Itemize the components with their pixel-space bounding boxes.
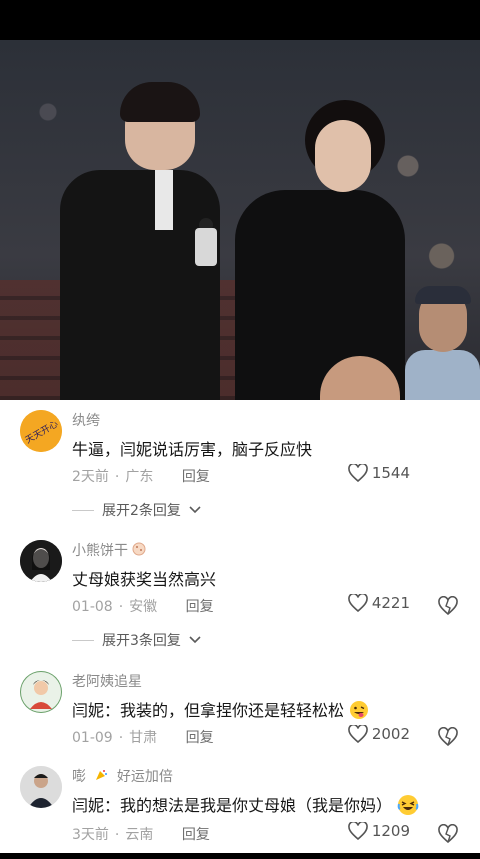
like-count: 1209: [371, 822, 410, 840]
like-count: 1544: [371, 464, 410, 482]
heart-icon: [348, 725, 368, 743]
comment-time: 01-08: [72, 599, 113, 615]
avatar[interactable]: [20, 540, 62, 582]
cookie-icon: [132, 542, 146, 560]
comment-meta: 01-09 · 甘肃 回复: [72, 730, 214, 746]
chevron-down-icon: [189, 636, 201, 644]
comment-meta: 2天前 · 广东 回复: [72, 469, 210, 485]
username-tag: 好运加倍: [116, 769, 173, 785]
comment-username[interactable]: 小熊饼干: [72, 540, 146, 560]
reply-button[interactable]: 回复: [186, 730, 214, 746]
comment-time: 01-09: [72, 730, 113, 746]
comment-username[interactable]: 嘭 好运加倍: [72, 766, 173, 786]
expand-replies-button[interactable]: 展开3条回复: [72, 630, 201, 650]
dislike-icon[interactable]: [438, 727, 458, 747]
comment-meta: 3天前 · 云南 回复: [72, 827, 210, 843]
like-button[interactable]: 4221: [348, 594, 410, 612]
party-icon: [94, 768, 108, 786]
reply-button[interactable]: 回复: [182, 827, 210, 843]
comment-text: 丈母娘获奖当然高兴: [72, 570, 217, 589]
like-count: 2002: [371, 725, 410, 743]
like-button[interactable]: 1209: [348, 822, 410, 840]
comment-time: 2天前: [72, 469, 109, 485]
comment-username[interactable]: 老阿姨追星: [72, 671, 142, 691]
like-button[interactable]: 2002: [348, 725, 410, 743]
dislike-icon[interactable]: [438, 596, 458, 616]
audience-man-glasses: [405, 250, 480, 400]
chevron-down-icon: [189, 506, 201, 514]
expand-replies-label: 展开2条回复: [102, 503, 181, 519]
comment-text: 牛逼，闫妮说话厉害，脑子反应快: [72, 440, 313, 459]
heart-icon: [348, 822, 368, 840]
heart-icon: [348, 464, 368, 482]
like-button[interactable]: 1544: [348, 464, 410, 482]
expand-replies-label: 展开3条回复: [102, 633, 181, 649]
comment-section: 天天开心 纨绔 牛逼，闫妮说话厉害，脑子反应快 2天前 · 广东 回复 1544 展…: [0, 400, 480, 853]
dislike-icon[interactable]: [438, 824, 458, 844]
laughing-emoji: [397, 794, 419, 820]
expand-replies-button[interactable]: 展开2条回复: [72, 500, 201, 520]
video-player[interactable]: [0, 40, 480, 400]
comment-meta: 01-08 · 安徽 回复: [72, 599, 214, 615]
comment-text: 闫妮：我的想法是我是你丈母娘（我是你妈）: [72, 792, 419, 820]
comment-location: 广东: [125, 469, 154, 485]
woman-in-black-dress: [235, 100, 405, 400]
tongue-emoji: [349, 700, 369, 724]
reply-button[interactable]: 回复: [182, 469, 210, 485]
comment-text: 闫妮：我装的，但拿捏你还是轻轻松松: [72, 697, 369, 724]
bottom-bar: [0, 853, 480, 859]
avatar[interactable]: 天天开心: [20, 410, 62, 452]
avatar[interactable]: [20, 766, 62, 808]
reply-button[interactable]: 回复: [186, 599, 214, 615]
comment-time: 3天前: [72, 827, 109, 843]
comment-location: 甘肃: [129, 730, 158, 746]
avatar[interactable]: [20, 671, 62, 713]
comment-location: 安徽: [129, 599, 158, 615]
comment-username[interactable]: 纨绔: [72, 410, 100, 430]
like-count: 4221: [371, 594, 410, 612]
comment-location: 云南: [125, 827, 154, 843]
heart-icon: [348, 594, 368, 612]
